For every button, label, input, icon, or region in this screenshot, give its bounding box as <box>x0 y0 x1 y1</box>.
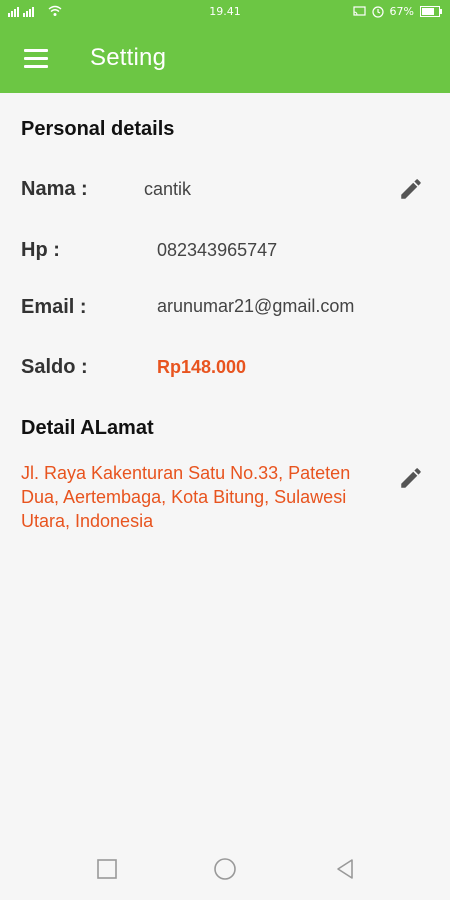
circle-home-icon[interactable] <box>212 856 238 882</box>
saldo-label: Saldo : <box>21 356 88 378</box>
square-recents-icon[interactable] <box>94 856 120 882</box>
triangle-back-icon[interactable] <box>332 856 358 882</box>
address-text: Jl. Raya Kakenturan Satu No.33, Pateten … <box>21 463 351 531</box>
personal-details-heading: Personal details <box>21 118 175 140</box>
address-heading: Detail ALamat <box>21 417 154 439</box>
battery-icon <box>420 6 442 17</box>
pencil-edit-icon[interactable] <box>398 465 424 491</box>
status-right: 67% <box>352 5 442 18</box>
email-label: Email : <box>21 296 87 318</box>
app-bar: Setting <box>0 24 450 93</box>
hp-value: 082343965747 <box>157 240 278 260</box>
nama-value: cantik <box>144 179 192 199</box>
cast-icon <box>352 6 366 16</box>
nama-label: Nama : <box>21 178 88 200</box>
hp-label: Hp : <box>21 239 60 261</box>
status-bar: 19.41 67% <box>0 0 450 24</box>
page-title: Setting <box>90 44 167 71</box>
hamburger-menu-icon[interactable] <box>18 46 54 72</box>
battery-percent: 67% <box>389 5 414 18</box>
system-nav-bar <box>0 838 450 900</box>
email-value: arunumar21@gmail.com <box>157 296 355 316</box>
alarm-icon <box>371 5 384 18</box>
pencil-edit-icon[interactable] <box>398 176 424 202</box>
saldo-value: Rp148.000 <box>157 357 247 377</box>
